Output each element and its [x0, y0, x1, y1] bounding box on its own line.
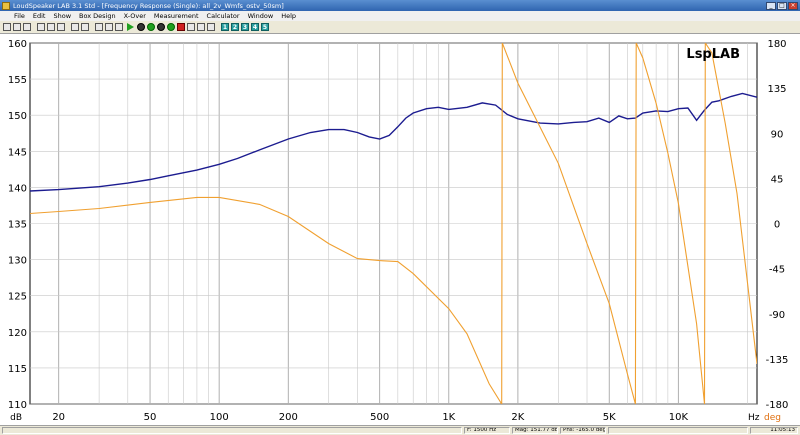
- left-tick-label: 130: [8, 256, 27, 267]
- x-tick-label: 20: [52, 412, 65, 423]
- app-icon: [2, 1, 10, 10]
- copy-icon[interactable]: [37, 23, 45, 31]
- view-3-button[interactable]: 3: [241, 23, 249, 31]
- close-button[interactable]: ×: [788, 1, 798, 10]
- open-folder-icon[interactable]: [13, 23, 21, 31]
- left-tick-label: 155: [8, 75, 27, 86]
- left-axis-unit: dB: [10, 413, 22, 423]
- right-tick-label: -90: [769, 310, 785, 321]
- menu-show[interactable]: Show: [49, 12, 75, 20]
- new-file-icon[interactable]: [3, 23, 11, 31]
- tool-icon[interactable]: [95, 23, 103, 31]
- right-tick-label: 180: [767, 39, 786, 50]
- menu-measurement[interactable]: Measurement: [150, 12, 203, 20]
- undo-icon[interactable]: [81, 23, 89, 31]
- right-axis-unit: deg: [764, 413, 781, 423]
- toolbar: 1 2 3 4 5: [0, 21, 800, 34]
- right-tick-label: 135: [767, 84, 786, 95]
- left-tick-label: 145: [8, 147, 27, 158]
- right-tick-label: 0: [774, 220, 780, 231]
- x-tick-label: 200: [279, 412, 298, 423]
- window-title: LoudSpeaker LAB 3.1 Std - [Frequency Res…: [13, 1, 284, 10]
- status-panel-spare: [608, 427, 748, 434]
- zoom-icon[interactable]: [57, 23, 65, 31]
- title-bar: LoudSpeaker LAB 3.1 Std - [Frequency Res…: [0, 0, 800, 11]
- status-phase: Phs: -165.0 deg: [560, 427, 606, 434]
- left-tick-label: 140: [8, 183, 27, 194]
- frequency-response-plot[interactable]: 110 115 120 125 130 135 140 145 150 155 160 -180 -1…: [0, 34, 800, 425]
- stop-red-icon[interactable]: [177, 23, 185, 31]
- menu-window[interactable]: Window: [244, 12, 278, 20]
- x-tick-label: 50: [144, 412, 157, 423]
- mic-icon[interactable]: [197, 23, 205, 31]
- menu-calculator[interactable]: Calculator: [203, 12, 244, 20]
- left-tick-label: 115: [8, 364, 27, 375]
- record-icon[interactable]: [157, 23, 165, 31]
- x-tick-label: 5K: [603, 412, 616, 423]
- x-axis-unit: Hz: [748, 413, 760, 423]
- x-tick-label: 100: [210, 412, 229, 423]
- menu-edit[interactable]: Edit: [29, 12, 50, 20]
- chart-svg[interactable]: 110 115 120 125 130 135 140 145 150 155 160 -180 -1…: [0, 34, 800, 425]
- cut-icon[interactable]: [71, 23, 79, 31]
- status-time: 11:05:13: [750, 427, 798, 434]
- x-tick-label: 2K: [511, 412, 524, 423]
- save-icon[interactable]: [23, 23, 31, 31]
- right-tick-label: -45: [769, 265, 785, 276]
- measure-icon[interactable]: [147, 23, 155, 31]
- chart-icon[interactable]: [105, 23, 113, 31]
- settings-icon[interactable]: [187, 23, 195, 31]
- calibrate-icon[interactable]: [207, 23, 215, 31]
- left-tick-label: 135: [8, 220, 27, 231]
- view-4-button[interactable]: 4: [251, 23, 259, 31]
- left-tick-label: 125: [8, 292, 27, 303]
- maximize-button[interactable]: □: [777, 1, 787, 10]
- print-icon[interactable]: [47, 23, 55, 31]
- left-tick-label: 110: [8, 400, 27, 411]
- x-tick-label: 500: [370, 412, 389, 423]
- left-tick-label: 160: [8, 39, 27, 50]
- x-tick-label: 10K: [669, 412, 689, 423]
- menu-file[interactable]: File: [0, 12, 29, 20]
- right-tick-label: 45: [771, 174, 784, 185]
- left-tick-label: 120: [8, 328, 27, 339]
- menu-bar: File Edit Show Box Design X-Over Measure…: [0, 11, 800, 21]
- right-tick-label: 90: [771, 129, 784, 140]
- menu-help[interactable]: Help: [277, 12, 300, 20]
- x-tick-label: 1K: [442, 412, 455, 423]
- minimize-button[interactable]: _: [766, 1, 776, 10]
- status-bar: F: 1500 Hz Mag: 151.77 dB Phs: -165.0 de…: [0, 425, 800, 435]
- right-tick-label: -135: [766, 355, 789, 366]
- menu-box-design[interactable]: Box Design: [75, 12, 120, 20]
- left-tick-label: 150: [8, 111, 27, 122]
- view-5-button[interactable]: 5: [261, 23, 269, 31]
- view-2-button[interactable]: 2: [231, 23, 239, 31]
- status-magnitude: Mag: 151.77 dB: [512, 427, 558, 434]
- generator-icon[interactable]: [167, 23, 175, 31]
- marker-icon[interactable]: [115, 23, 123, 31]
- lsplab-logo: LspLAB: [686, 47, 740, 62]
- right-tick-label: -180: [766, 400, 789, 411]
- status-panel-empty: [2, 427, 462, 434]
- stop-icon[interactable]: [137, 23, 145, 31]
- status-frequency: F: 1500 Hz: [464, 427, 510, 434]
- menu-x-over[interactable]: X-Over: [120, 12, 150, 20]
- view-1-button[interactable]: 1: [221, 23, 229, 31]
- play-icon[interactable]: [127, 23, 134, 31]
